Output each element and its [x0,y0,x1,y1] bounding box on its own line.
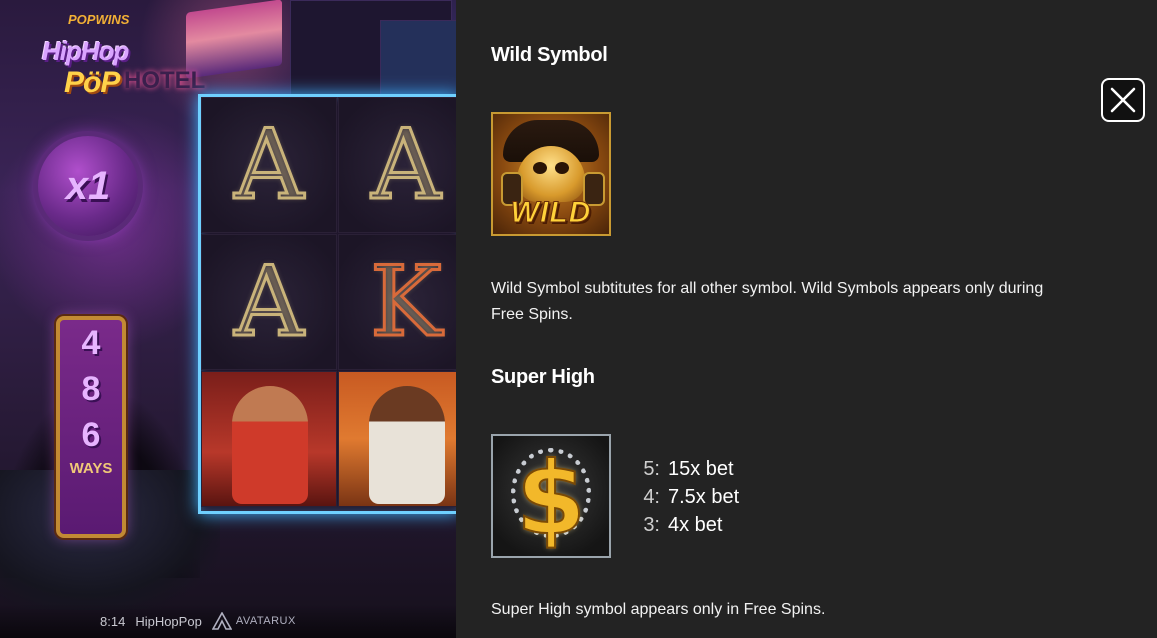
payout-count: 4: [643,486,660,508]
character-figure [369,386,445,504]
studio-name: AVATARUX [235,615,296,627]
multiplier-value: x1 [65,163,111,208]
game-name: HipHopPop [135,613,202,629]
payout-value: 15x bet [668,458,734,480]
skull-eye [533,162,547,174]
close-button[interactable] [1101,78,1145,122]
reel-symbol-a: A [338,97,456,233]
wild-symbol-title: Wild Symbol [491,44,608,66]
avatarux-icon [211,612,232,630]
paytable-panel[interactable]: Wild Symbol WILD Wild Symbol subtitutes … [456,0,1157,638]
payout-value: 4x bet [668,514,723,536]
payout-value: 7.5x bet [668,486,740,508]
gold-dollar-chain-icon: $ [491,434,611,558]
clock: 8:14 [100,613,126,629]
symbol-letter: A [370,108,442,223]
dj-character-symbol [338,371,456,507]
reel-symbol-a: A [201,97,337,233]
reel-symbol-a: A [201,234,337,370]
payout-row: 3: 4x bet [640,511,739,539]
provider-logo: POPWINS [68,12,130,27]
super-high-payouts: 5: 15x bet 4: 7.5x bet 3: 4x bet [640,455,739,539]
rapper-character-symbol [201,371,337,507]
studio-logo: AVATARUX [211,612,296,630]
super-high-title: Super High [491,366,595,388]
logo-line2: PöP [64,66,120,99]
multiplier-badge: x1 [38,136,138,236]
status-bar: 8:14 HipHopPop AVATARUX [0,604,456,638]
game-area: POPWINS HipHop PöP HOTEL x1 4 8 6 WAYS A… [0,0,456,638]
dollar-sign-icon: $ [515,440,587,557]
wild-symbol-description: Wild Symbol subtitutes for all other sym… [491,280,1044,323]
ways-digit: 8 [81,370,101,408]
skull-eye [555,162,569,174]
logo-line1: HipHop [42,36,129,66]
symbol-letter: A [233,245,305,360]
payout-count: 5: [643,458,660,480]
symbol-letter: A [233,108,305,223]
super-high-description: Super High symbol appears only in Free S… [491,601,826,618]
ways-digit: 4 [81,324,101,362]
payout-row: 5: 15x bet [640,455,739,483]
ways-counter: 4 8 6 WAYS [56,316,126,538]
character-figure [232,386,308,504]
payout-count: 3: [643,514,660,536]
reel-grid: A A A K [198,94,456,514]
wild-symbol-image: WILD [491,112,611,236]
symbol-letter: K [369,245,444,360]
wild-symbol-label: WILD [510,196,592,230]
close-icon [1110,87,1136,113]
neon-sign: HOTEL [124,68,205,94]
ways-digit: 6 [81,416,101,454]
payout-row: 4: 7.5x bet [640,483,739,511]
ways-label: WAYS [69,460,113,477]
reel-symbol-k: K [338,234,456,370]
